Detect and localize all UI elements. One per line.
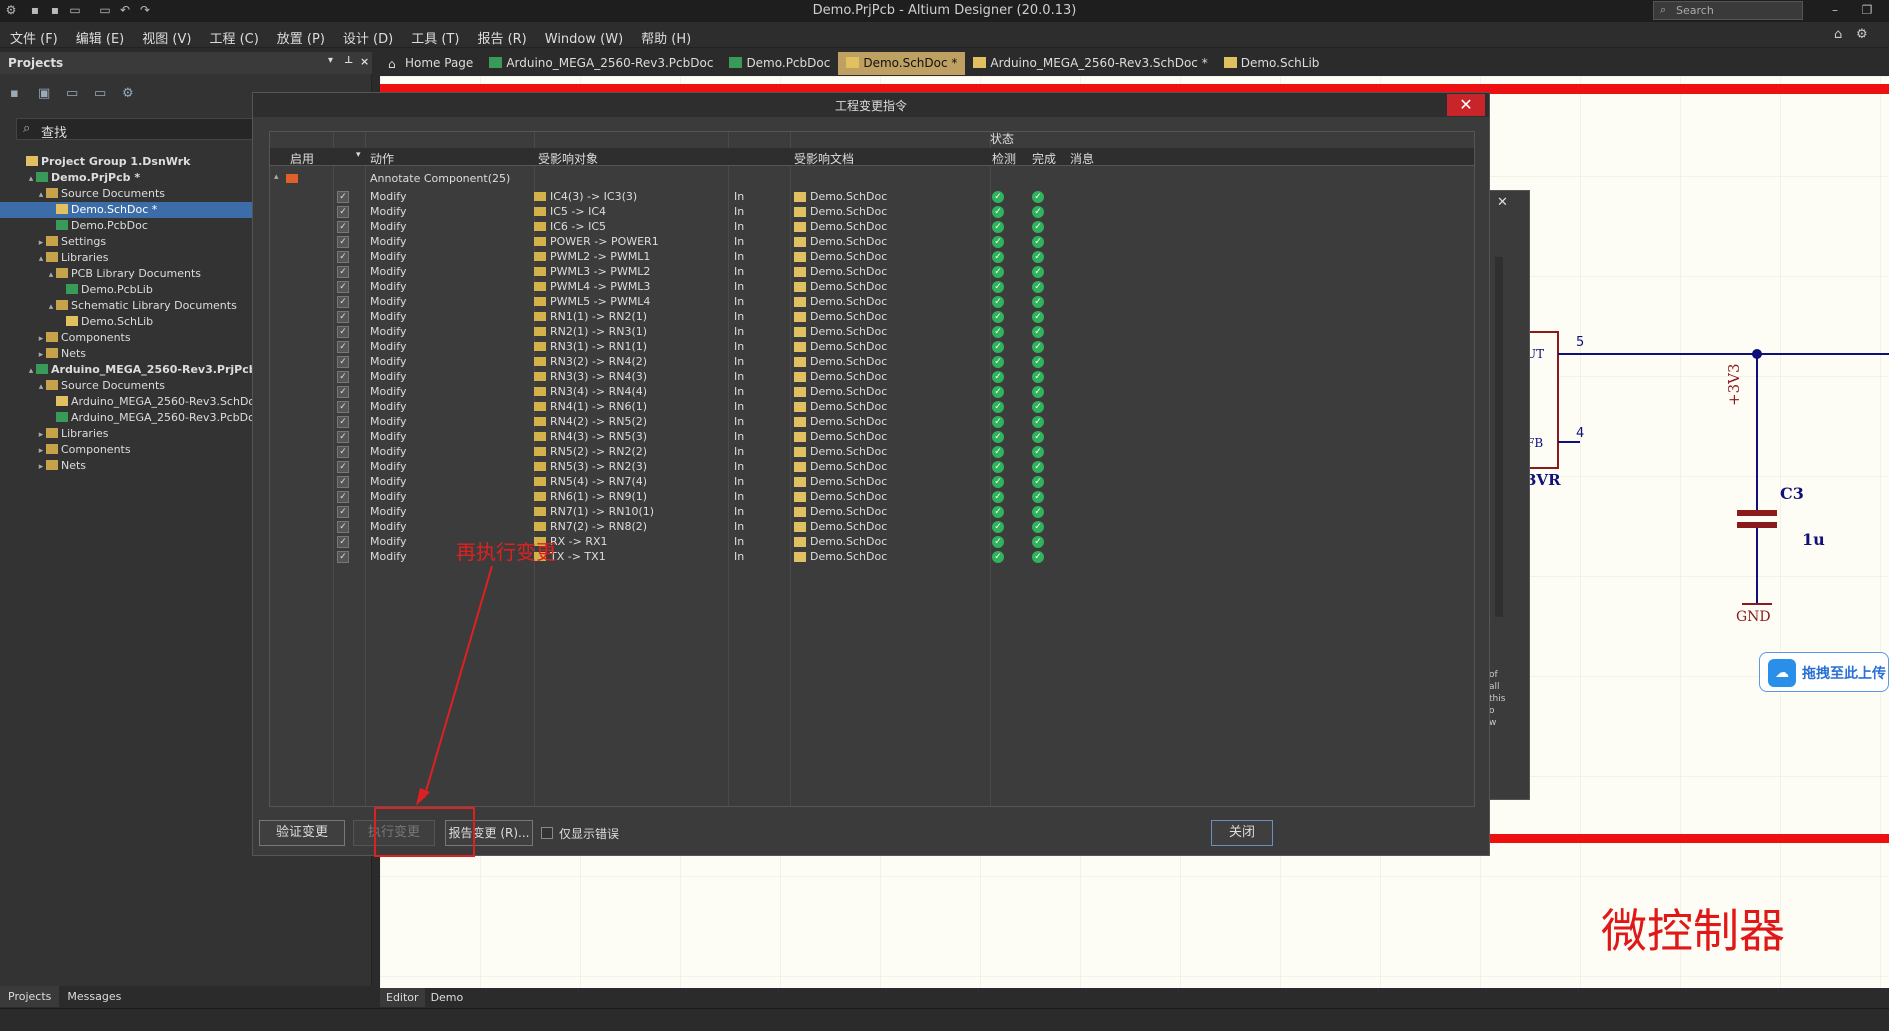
- upload-drop-button[interactable]: ☁ 拖拽至此上传: [1759, 652, 1889, 692]
- status-bar: [0, 1008, 1889, 1031]
- upload-label: 拖拽至此上传: [1802, 666, 1886, 682]
- annotation-arrow: [416, 565, 493, 806]
- overlay-title-text: 微控制器: [1601, 904, 1785, 958]
- annotation-highlight-box: [374, 807, 475, 857]
- tab-editor[interactable]: Editor: [380, 988, 425, 1007]
- cloud-upload-icon: ☁: [1768, 659, 1796, 687]
- tab-demo[interactable]: Demo: [425, 988, 470, 1007]
- editor-bottom-tabs: Editor Demo: [380, 988, 1889, 1008]
